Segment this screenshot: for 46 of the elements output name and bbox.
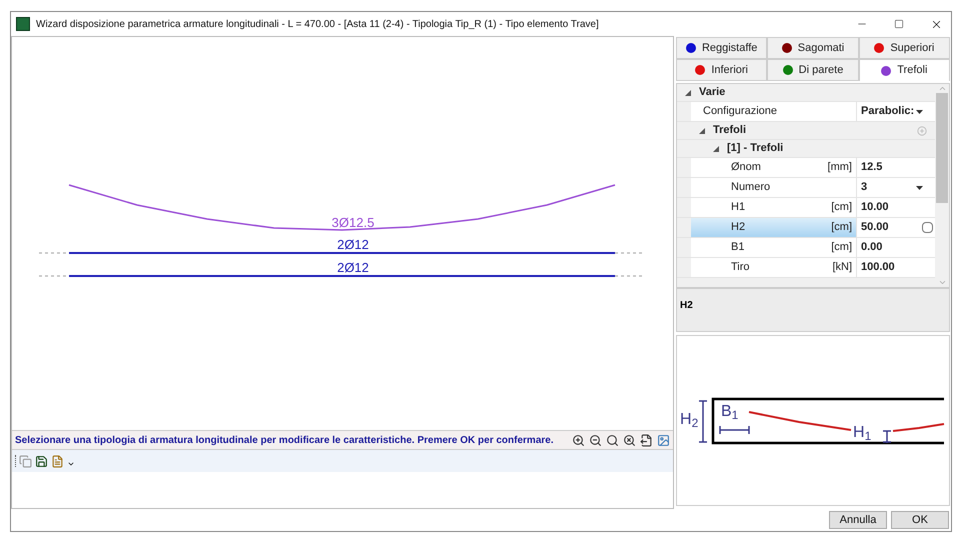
property-value-field[interactable]: 3 — [857, 178, 935, 197]
dimension-label: H$_{2}$ — [680, 412, 698, 428]
property-row[interactable]: H1 [cm] — [691, 198, 857, 217]
dimension-label: H$_{1}$ — [853, 425, 872, 441]
property-name: Tiro — [731, 260, 750, 276]
property-unit: [cm] — [831, 240, 852, 256]
property-value-field[interactable]: 12.5 — [857, 158, 935, 177]
category-label: Trefoli — [713, 123, 746, 138]
property-name: H1 — [731, 200, 746, 216]
property-value-field[interactable]: 100.00 — [857, 258, 935, 277]
dimension-label: B$_{1}$ — [721, 404, 738, 420]
rebar-label: 2Ø12 — [337, 260, 369, 275]
category-label: Varie — [699, 85, 726, 100]
property-row[interactable]: Tiro [kN] — [691, 258, 857, 277]
property-row[interactable]: B1 [cm] — [691, 238, 857, 257]
property-name: H2 — [731, 220, 746, 236]
dialog-button[interactable]: Annulla — [829, 511, 887, 529]
property-name: B1 — [731, 240, 744, 256]
dialog-button[interactable]: OK — [891, 511, 949, 529]
property-row[interactable]: H2 [cm] — [691, 218, 857, 237]
property-value-field[interactable]: Parabolic: — [857, 102, 935, 121]
property-name: Numero — [731, 180, 770, 196]
property-unit: [cm] — [831, 200, 852, 216]
tab[interactable]: Superiori — [858, 37, 950, 59]
property-row[interactable]: Configurazione — [691, 102, 857, 121]
property-unit: [kN] — [832, 260, 852, 276]
property-row[interactable]: Numero — [691, 178, 857, 197]
rebar-label: 2Ø12 — [337, 237, 369, 252]
property-name: Ønom — [731, 160, 761, 176]
property-value-field[interactable]: 50.00 — [857, 218, 935, 237]
window-title: Wizard disposizione parametrica armature longitudinali - L = 470.00 - [Asta 11 (2-4) - Tipologia Tip_R (1) - Tipo elemento Trave] — [36, 18, 599, 32]
property-unit: [mm] — [828, 160, 852, 176]
tab[interactable]: Trefoli — [858, 59, 950, 81]
tab[interactable]: Reggistaffe — [676, 37, 768, 59]
property-name: Configurazione — [703, 104, 777, 120]
tab[interactable]: Inferiori — [676, 59, 768, 81]
property-unit: [cm] — [831, 220, 852, 236]
tab[interactable]: Di parete — [767, 59, 859, 81]
tab[interactable]: Sagomati — [767, 37, 859, 59]
status-message: Selezionare una tipologia di armatura longitudinale per modificare le caratteristiche. Premere OK per confermare. — [15, 434, 554, 448]
rebar-label: 3Ø12.5 — [332, 215, 374, 230]
category-label: [1] - Trefoli — [727, 141, 784, 156]
property-row[interactable]: Ønom [mm] — [691, 158, 857, 177]
property-value-field[interactable]: 0.00 — [857, 238, 935, 257]
property-value-field[interactable]: 10.00 — [857, 198, 935, 217]
description-title: H2 — [680, 300, 693, 311]
